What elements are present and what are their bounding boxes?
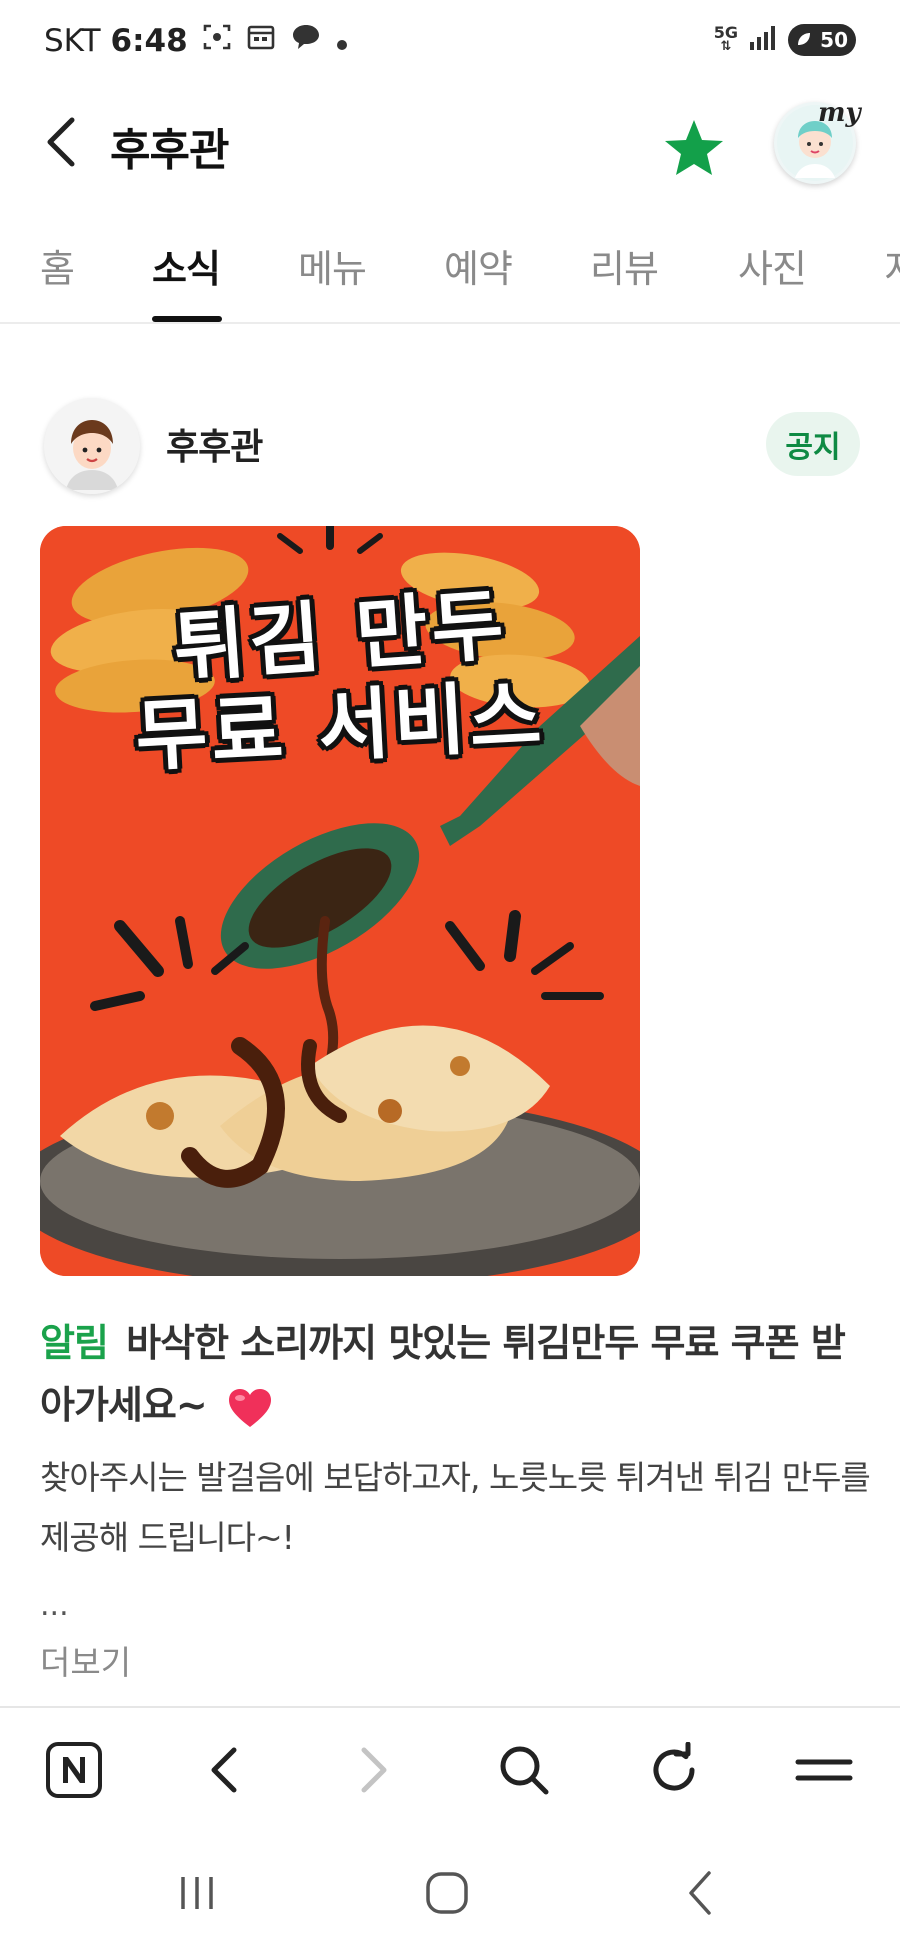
network-5g-icon: 5G ⇅ <box>713 23 738 54</box>
calendar-icon <box>246 22 276 60</box>
favorite-button[interactable] <box>662 116 726 180</box>
active-tab-indicator <box>152 316 222 322</box>
system-back-button[interactable] <box>666 1858 736 1928</box>
network-label: 5G <box>713 23 738 42</box>
clock: 6:48 <box>110 23 188 59</box>
tab-home[interactable]: 홈 <box>40 238 75 293</box>
chat-icon <box>290 22 322 60</box>
post-body: 찾아주시는 발걸음에 보답하고자, 노릇노릇 튀겨낸 튀김 만두를 제공해 드립… <box>40 1458 871 1557</box>
tab-review[interactable]: 리뷰 <box>590 238 659 293</box>
back-icon <box>689 1871 711 1915</box>
store-avatar[interactable] <box>44 398 140 494</box>
page-title: 후후관 <box>110 125 229 176</box>
back-arrow-icon <box>211 1747 237 1793</box>
star-icon <box>665 120 723 175</box>
status-right: 5G ⇅ 50 <box>714 24 856 56</box>
app-header: 후후관 my <box>0 84 900 204</box>
browser-menu-button[interactable] <box>788 1734 860 1806</box>
power-saving-icon <box>798 33 810 45</box>
browser-forward-button[interactable] <box>338 1734 410 1806</box>
post-image[interactable]: 튀김 만두 무료 서비스 <box>40 526 640 1276</box>
naver-n-icon <box>46 1742 102 1798</box>
status-left: SKT 6:48 <box>44 22 348 60</box>
battery-indicator: 50 <box>788 24 856 56</box>
browser-toolbar <box>0 1706 900 1830</box>
recent-apps-button[interactable] <box>162 1858 232 1928</box>
post-title-text: 바삭한 소리까지 맛있는 튀김만두 무료 쿠폰 받아가세요~ <box>40 1321 846 1427</box>
notice-badge: 공지 <box>766 412 860 476</box>
system-navigation-bar <box>0 1830 900 1950</box>
browser-back-button[interactable] <box>188 1734 260 1806</box>
notification-dot-icon <box>336 23 348 59</box>
tab-bar: 홈 소식 메뉴 예약 리뷰 사진 지 <box>0 220 900 324</box>
tab-news[interactable]: 소식 <box>152 238 221 293</box>
browser-refresh-button[interactable] <box>638 1734 710 1806</box>
avatar-illustration <box>44 398 140 494</box>
home-icon <box>426 1872 468 1914</box>
post-author-name[interactable]: 후후관 <box>166 418 263 470</box>
my-label: my <box>818 98 861 128</box>
post-ellipsis: ... <box>40 1588 69 1623</box>
post-header: 후후관 공지 <box>0 392 900 502</box>
post-tag: 알림 <box>40 1321 109 1365</box>
forward-arrow-icon <box>361 1747 387 1793</box>
tab-menu[interactable]: 메뉴 <box>298 238 367 293</box>
tab-reservation[interactable]: 예약 <box>444 238 513 293</box>
carrier-label: SKT <box>44 23 101 59</box>
read-more-link[interactable]: 더보기 <box>40 1636 131 1684</box>
status-bar: SKT 6:48 5G ⇅ 50 <box>0 0 900 84</box>
refresh-icon <box>653 1742 695 1791</box>
browser-search-button[interactable] <box>488 1734 560 1806</box>
search-icon <box>500 1746 549 1795</box>
post-title[interactable]: 알림 바삭한 소리까지 맛있는 튀김만두 무료 쿠폰 받아가세요~ <box>40 1312 860 1436</box>
screenshot-icon <box>202 22 232 60</box>
tab-map[interactable]: 지 <box>884 238 900 293</box>
naver-home-button[interactable] <box>38 1734 110 1806</box>
heart-icon <box>228 1388 271 1427</box>
chevron-left-icon <box>47 117 75 167</box>
back-button[interactable] <box>32 112 92 172</box>
battery-level: 50 <box>820 28 848 52</box>
menu-icon <box>795 1759 853 1781</box>
home-button[interactable] <box>412 1858 482 1928</box>
signal-icon <box>748 24 778 56</box>
recent-apps-icon <box>181 1877 213 1909</box>
tab-photo[interactable]: 사진 <box>738 238 807 293</box>
